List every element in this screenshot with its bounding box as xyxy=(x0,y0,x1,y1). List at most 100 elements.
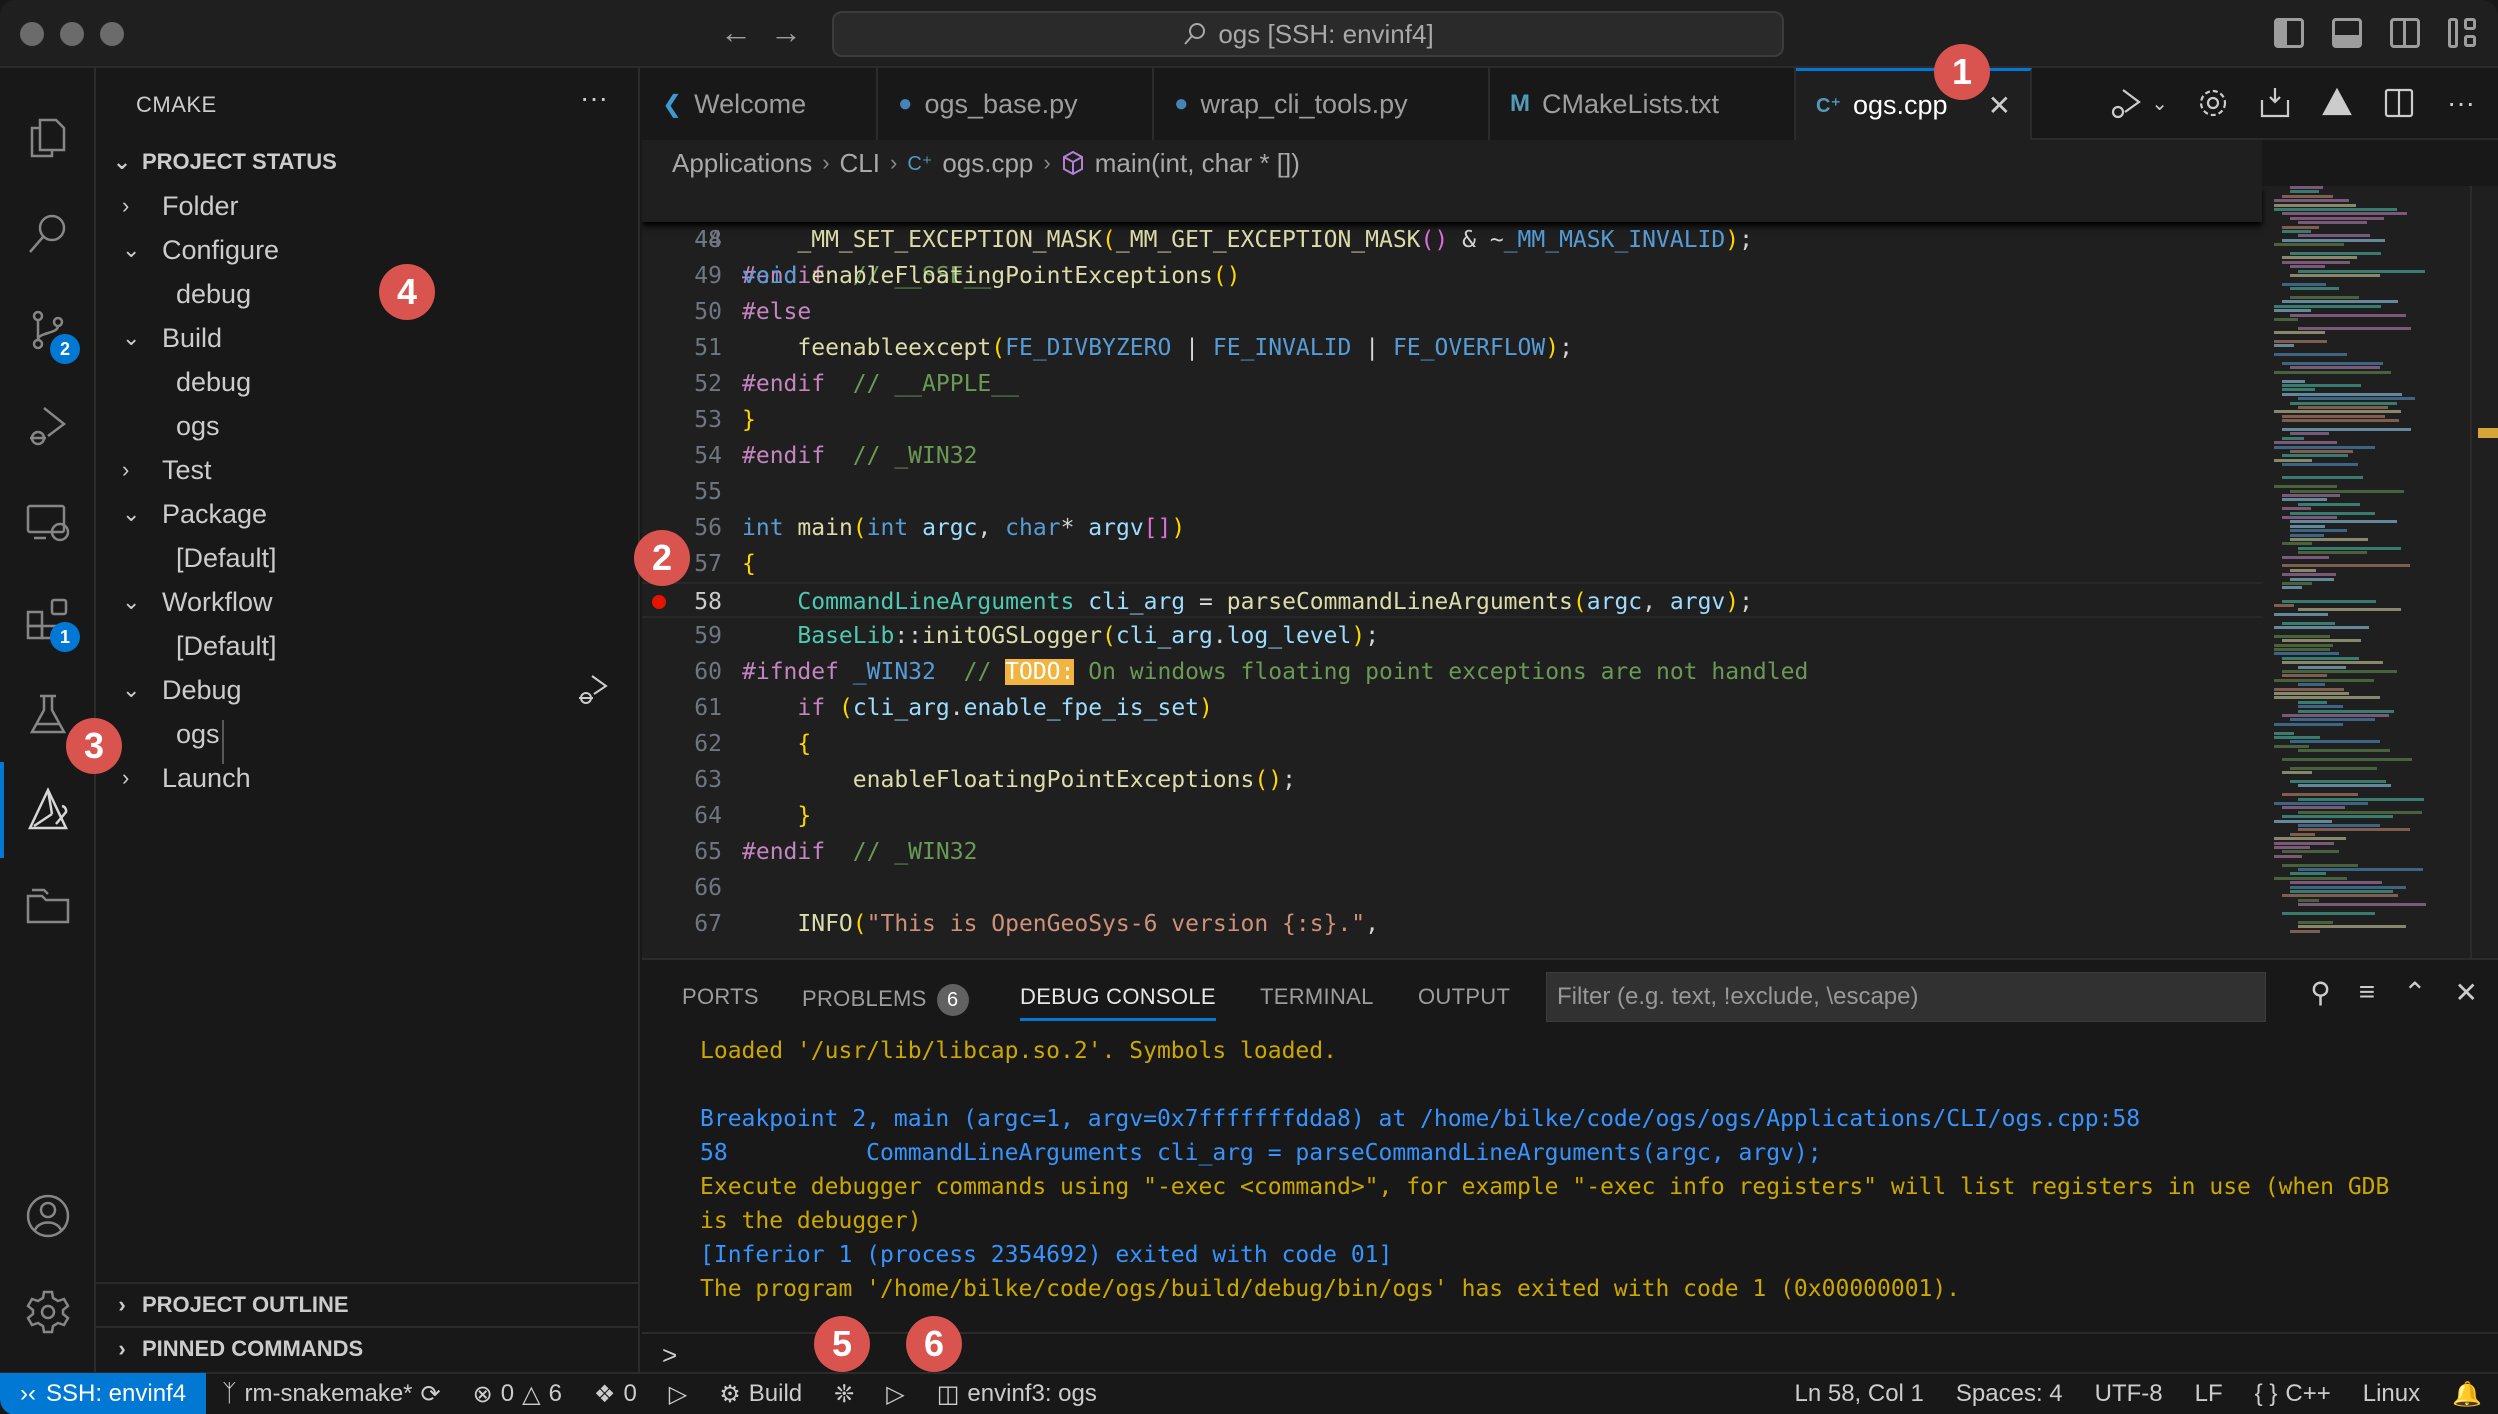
panel-tab-debug-console[interactable]: DEBUG CONSOLE xyxy=(1020,984,1216,1021)
chevron-down-icon[interactable]: ⌄ xyxy=(2151,91,2168,116)
tree-item-debug-ogs[interactable]: ogs xyxy=(96,712,638,756)
sync-icon[interactable]: ⟳ xyxy=(421,1380,441,1409)
customize-layout-icon[interactable] xyxy=(2448,18,2478,48)
code-line[interactable]: 58 CommandLineArguments cli_arg = parseC… xyxy=(642,582,2262,618)
code-line[interactable]: 65 #endif // _WIN32 xyxy=(642,834,2262,870)
forward-arrow-icon[interactable]: → xyxy=(770,14,802,51)
code-line[interactable]: 56 int main(int argc, char* argv[]) xyxy=(642,510,2262,546)
activity-extensions[interactable]: 1 xyxy=(0,570,96,666)
encoding[interactable]: UTF-8 xyxy=(2079,1380,2179,1408)
breadcrumb-file[interactable]: ogs.cpp xyxy=(942,148,1033,179)
activity-manage[interactable] xyxy=(0,1264,96,1360)
panel-tab-terminal[interactable]: TERMINAL xyxy=(1260,984,1374,1010)
code-line[interactable]: 55 xyxy=(642,474,2262,510)
tree-item-package-default[interactable]: [Default] xyxy=(96,536,638,580)
ports-indicator[interactable]: ❖ 0 xyxy=(578,1380,653,1409)
remote-indicator[interactable]: ›‹ SSH: envinf4 xyxy=(0,1373,207,1414)
activity-cmake[interactable] xyxy=(0,762,96,858)
tab-ogs-cpp[interactable]: C⁺ ogs.cpp ✕ xyxy=(1796,68,2032,140)
maximize-panel-icon[interactable]: ⌃ xyxy=(2403,976,2426,1009)
panel-tab-ports[interactable]: PORTS xyxy=(682,984,759,1010)
tree-item-package[interactable]: ⌄ Package xyxy=(96,492,638,536)
panel-tab-problems[interactable]: PROBLEMS 6 xyxy=(802,984,969,1016)
close-tab-icon[interactable]: ✕ xyxy=(1988,89,2011,122)
tree-item-workflow-default[interactable]: [Default] xyxy=(96,624,638,668)
console-filter-input[interactable] xyxy=(1546,972,2266,1022)
minimap[interactable] xyxy=(2262,186,2452,958)
breadcrumb-applications[interactable]: Applications xyxy=(672,148,812,179)
activity-explorer[interactable] xyxy=(0,90,96,186)
platform[interactable]: Linux xyxy=(2347,1380,2436,1408)
launch-target-selector[interactable]: ◫ envinf3: ogs xyxy=(921,1380,1113,1409)
problems-indicator[interactable]: ⊗ 0 △ 6 xyxy=(457,1380,578,1409)
panel-tab-output[interactable]: OUTPUT xyxy=(1418,984,1510,1010)
cmake-launch-button[interactable]: ▷ xyxy=(870,1380,920,1409)
clear-console-icon[interactable]: ≡ xyxy=(2359,976,2375,1009)
code-line[interactable]: 48 _MM_SET_EXCEPTION_MASK(_MM_GET_EXCEPT… xyxy=(642,222,2262,258)
cmake-debug-button[interactable]: ❊ xyxy=(818,1380,870,1409)
search-icon[interactable]: ⚲ xyxy=(2310,976,2331,1009)
sticky-scroll-line[interactable]: 44 void enableFloatingPointExceptions() xyxy=(642,186,2262,289)
code-line[interactable]: 53} xyxy=(642,402,2262,438)
debug-target-icon[interactable] xyxy=(576,672,612,708)
code-line[interactable]: 63 enableFloatingPointExceptions(); xyxy=(642,762,2262,798)
activity-accounts[interactable] xyxy=(0,1168,96,1264)
tab-welcome[interactable]: ❮ Welcome xyxy=(642,68,878,140)
toggle-primary-sidebar-icon[interactable] xyxy=(2274,18,2304,48)
activity-run-debug[interactable] xyxy=(0,378,96,474)
window-close-button[interactable] xyxy=(20,22,44,46)
close-panel-icon[interactable]: ✕ xyxy=(2455,976,2478,1009)
code-line[interactable]: 50 #else xyxy=(642,294,2262,330)
tree-item-debug[interactable]: ⌄ Debug xyxy=(96,668,638,712)
split-editor-icon[interactable] xyxy=(2382,86,2416,120)
tree-item-configure-debug[interactable]: debug xyxy=(96,272,638,316)
cmake-build-button[interactable]: ⚙ Build xyxy=(703,1380,818,1409)
code-line[interactable]: 51 feenableexcept(FE_DIVBYZERO | FE_INVA… xyxy=(642,330,2262,366)
code-line[interactable]: 54 #endif // _WIN32 xyxy=(642,438,2262,474)
code-editor[interactable]: 44 void enableFloatingPointExceptions() … xyxy=(642,186,2498,958)
download-icon[interactable] xyxy=(2258,86,2292,120)
breadcrumb-symbol[interactable]: main(int, char * []) xyxy=(1095,148,1300,179)
breadcrumb-cli[interactable]: CLI xyxy=(840,148,880,179)
tree-item-workflow[interactable]: ⌄ Workflow xyxy=(96,580,638,624)
code-line[interactable]: 66 xyxy=(642,870,2262,906)
pinned-commands-header[interactable]: › PINNED COMMANDS xyxy=(96,1326,640,1370)
back-arrow-icon[interactable]: ← xyxy=(720,14,752,51)
tree-item-configure[interactable]: ⌄ Configure xyxy=(96,228,638,272)
command-center[interactable]: ogs [SSH: envinf4] xyxy=(832,11,1784,57)
code-line[interactable]: 57{ xyxy=(642,546,2262,582)
activity-project-manager[interactable] xyxy=(0,858,96,954)
triangle-extension-icon[interactable] xyxy=(2320,86,2354,120)
editor-scrollbar[interactable] xyxy=(2470,186,2498,958)
code-line[interactable]: 67 INFO("This is OpenGeoSys-6 version {:… xyxy=(642,906,2262,942)
tree-item-folder[interactable]: › Folder xyxy=(96,184,638,228)
run-debug-status[interactable]: ▷ xyxy=(653,1380,703,1409)
activity-source-control[interactable]: 2 xyxy=(0,282,96,378)
settings-gear-icon[interactable] xyxy=(2196,86,2230,120)
notifications-bell-icon[interactable]: 🔔 xyxy=(2436,1380,2498,1409)
code-line[interactable]: 59 BaseLib::initOGSLogger(cli_arg.log_le… xyxy=(642,618,2262,654)
code-line[interactable]: 52 #endif // __APPLE__ xyxy=(642,366,2262,402)
window-zoom-button[interactable] xyxy=(100,22,124,46)
toggle-secondary-sidebar-icon[interactable] xyxy=(2390,18,2420,48)
tree-item-build-debug[interactable]: debug xyxy=(96,360,638,404)
more-actions-icon[interactable]: ··· xyxy=(580,82,608,114)
code-line[interactable]: 64 } xyxy=(642,798,2262,834)
tree-item-build[interactable]: ⌄ Build xyxy=(96,316,638,360)
tab-ogs-base-py[interactable]: ● ogs_base.py xyxy=(878,68,1154,140)
language-mode[interactable]: { } C++ xyxy=(2239,1380,2347,1408)
code-line[interactable]: 60 #ifndef _WIN32 // TODO: On windows flo… xyxy=(642,654,2262,690)
activity-search[interactable] xyxy=(0,186,96,282)
tab-wrap-cli-tools-py[interactable]: ● wrap_cli_tools.py xyxy=(1154,68,1490,140)
project-status-header[interactable]: ⌄ PROJECT STATUS xyxy=(96,140,640,184)
code-line[interactable]: 61 if (cli_arg.enable_fpe_is_set) xyxy=(642,690,2262,726)
indentation[interactable]: Spaces: 4 xyxy=(1940,1380,2079,1408)
git-branch[interactable]: ᛉ rm-snakemake* ⟳ xyxy=(206,1380,457,1409)
window-minimize-button[interactable] xyxy=(60,22,84,46)
more-actions-icon[interactable]: ··· xyxy=(2444,86,2478,120)
toggle-panel-icon[interactable] xyxy=(2332,18,2362,48)
run-debug-dropdown-icon[interactable] xyxy=(2109,86,2143,120)
tree-item-launch[interactable]: › Launch xyxy=(96,756,638,800)
tab-cmakelists[interactable]: M CMakeLists.txt xyxy=(1490,68,1796,140)
tree-item-test[interactable]: › Test xyxy=(96,448,638,492)
